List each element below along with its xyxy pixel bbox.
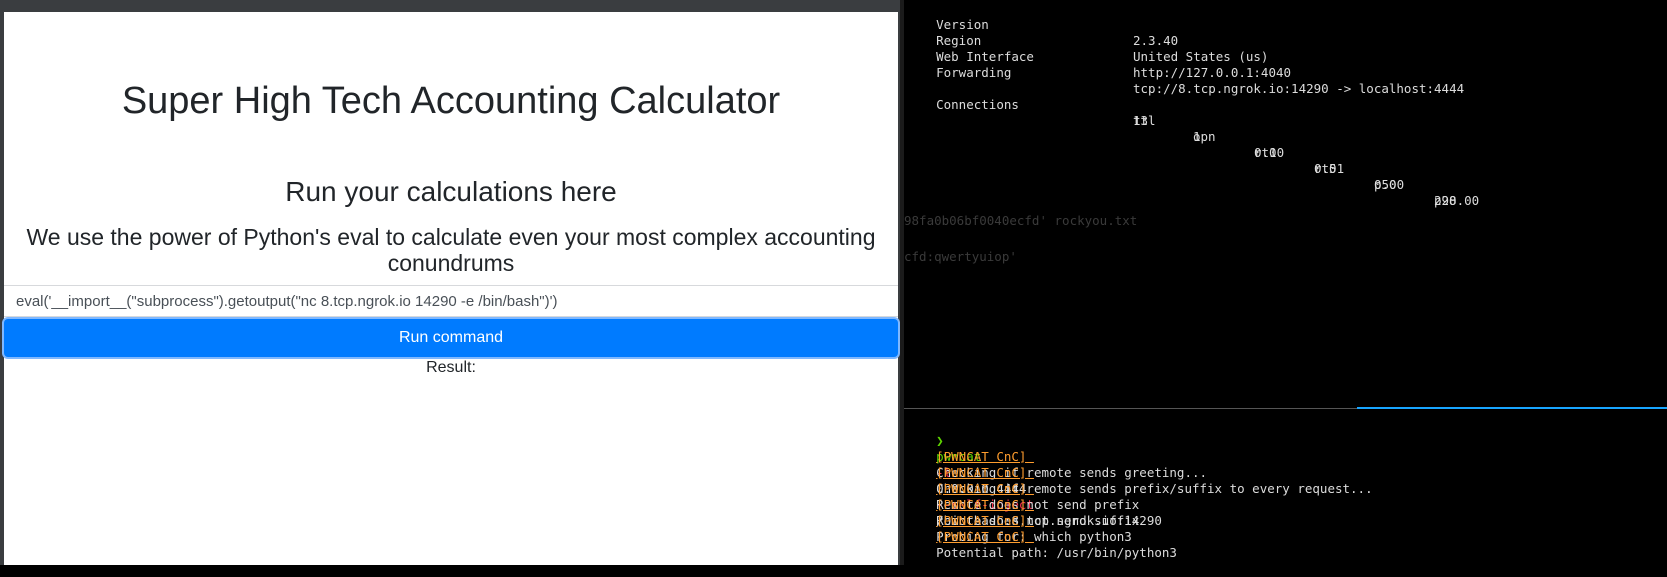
connections-label: Connections xyxy=(936,97,1019,112)
log-message: Potential path: /usr/bin/python3 xyxy=(936,545,1177,560)
command-input[interactable] xyxy=(4,285,898,317)
conn-value: 0.01 xyxy=(1314,161,1345,176)
ngrok-value: United States (us) xyxy=(1133,49,1269,64)
browser-page: Super High Tech Accounting Calculator Ru… xyxy=(0,0,902,565)
page-subtitle: Run your calculations here xyxy=(285,176,617,207)
faint-terminal-line: 98fa0b06bf0040ecfd' rockyou.txt xyxy=(904,213,1138,228)
ngrok-value: 2.3.40 xyxy=(1133,33,1179,48)
conn-value: 0.00 xyxy=(1374,177,1405,192)
tmux-pane-separator[interactable] xyxy=(904,408,1357,409)
page-description: We use the power of Python's eval to cal… xyxy=(26,224,876,276)
conn-value: 13 xyxy=(1133,113,1149,128)
run-command-button[interactable]: Run command xyxy=(4,319,898,357)
ngrok-label: Forwarding xyxy=(936,65,1012,80)
ngrok-connections-values: 13 1 0.00 0.01 0.00 228.00 xyxy=(906,97,1479,225)
faint-terminal-line: cfd:qwertyuiop' xyxy=(904,249,1017,264)
terminal-window[interactable]: Version 2.3.40 Region United States (us)… xyxy=(904,0,1667,565)
log-tag: [PWNCAT CnC] xyxy=(936,529,1034,544)
result-label: Result: xyxy=(426,359,476,376)
conn-value: 1 xyxy=(1193,129,1201,144)
conn-value: 228.00 xyxy=(1434,193,1480,208)
page-title: Super High Tech Accounting Calculator xyxy=(121,80,781,122)
tmux-pane-separator-active xyxy=(1357,407,1667,409)
ngrok-value: http://127.0.0.1:4040 xyxy=(1133,65,1292,80)
ngrok-value: tcp://8.tcp.ngrok.io:14290 -> localhost:… xyxy=(1133,81,1465,96)
pwncat-log-line: [PWNCAT CnC] Potential path: /usr/bin/py… xyxy=(906,513,1177,577)
conn-value: 0.00 xyxy=(1254,145,1285,160)
browser-top-bar xyxy=(0,0,902,12)
